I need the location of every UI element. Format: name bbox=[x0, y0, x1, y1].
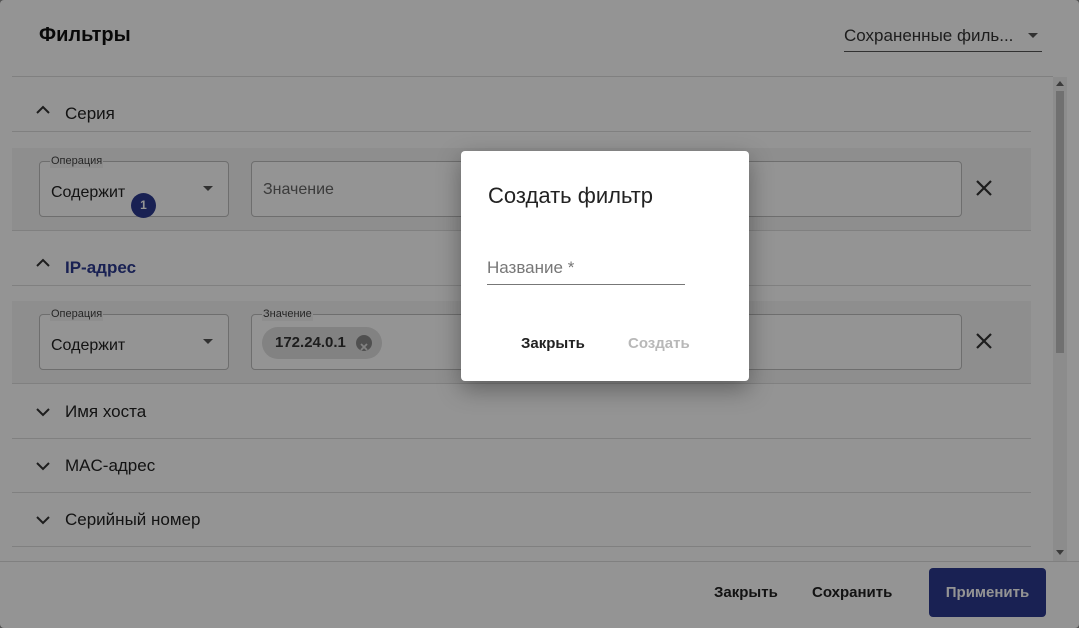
dialog-create-button[interactable]: Создать bbox=[628, 335, 690, 352]
dialog-title: Создать фильтр bbox=[488, 183, 653, 208]
create-filter-dialog: Создать фильтр Закрыть Создать bbox=[461, 151, 749, 381]
dialog-close-button[interactable]: Закрыть bbox=[521, 335, 585, 352]
filter-name-input[interactable] bbox=[487, 251, 685, 285]
